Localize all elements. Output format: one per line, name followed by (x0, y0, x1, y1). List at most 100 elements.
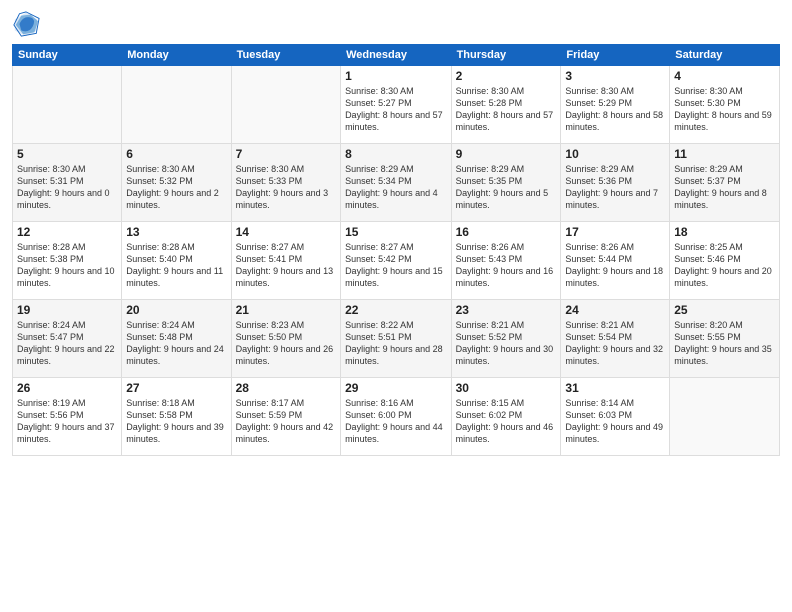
calendar-cell: 10 Sunrise: 8:29 AM Sunset: 5:36 PM Dayli… (561, 144, 670, 222)
calendar-cell: 6 Sunrise: 8:30 AM Sunset: 5:32 PM Daylig… (122, 144, 231, 222)
day-info: Sunrise: 8:28 AM Sunset: 5:40 PM Dayligh… (126, 241, 226, 290)
day-number: 11 (674, 147, 775, 161)
calendar-week-row: 5 Sunrise: 8:30 AM Sunset: 5:31 PM Daylig… (13, 144, 780, 222)
day-number: 15 (345, 225, 447, 239)
day-number: 24 (565, 303, 665, 317)
day-info: Sunrise: 8:29 AM Sunset: 5:36 PM Dayligh… (565, 163, 665, 212)
day-info: Sunrise: 8:30 AM Sunset: 5:27 PM Dayligh… (345, 85, 447, 134)
calendar-cell: 21 Sunrise: 8:23 AM Sunset: 5:50 PM Dayli… (231, 300, 340, 378)
day-info: Sunrise: 8:30 AM Sunset: 5:29 PM Dayligh… (565, 85, 665, 134)
day-number: 29 (345, 381, 447, 395)
day-info: Sunrise: 8:19 AM Sunset: 5:56 PM Dayligh… (17, 397, 117, 446)
day-number: 26 (17, 381, 117, 395)
day-number: 19 (17, 303, 117, 317)
day-info: Sunrise: 8:17 AM Sunset: 5:59 PM Dayligh… (236, 397, 336, 446)
calendar-cell: 5 Sunrise: 8:30 AM Sunset: 5:31 PM Daylig… (13, 144, 122, 222)
day-info: Sunrise: 8:29 AM Sunset: 5:35 PM Dayligh… (456, 163, 557, 212)
calendar-cell: 30 Sunrise: 8:15 AM Sunset: 6:02 PM Dayli… (451, 378, 561, 456)
weekday-header-saturday: Saturday (670, 45, 780, 66)
calendar-cell: 18 Sunrise: 8:25 AM Sunset: 5:46 PM Dayli… (670, 222, 780, 300)
day-number: 12 (17, 225, 117, 239)
calendar-cell: 1 Sunrise: 8:30 AM Sunset: 5:27 PM Daylig… (341, 66, 452, 144)
calendar-cell: 15Sunrise: 8:27 AM Sunset: 5:42 PM Dayli… (341, 222, 452, 300)
day-number: 10 (565, 147, 665, 161)
day-info: Sunrise: 8:30 AM Sunset: 5:28 PM Dayligh… (456, 85, 557, 134)
day-number: 17 (565, 225, 665, 239)
day-number: 31 (565, 381, 665, 395)
calendar-cell: 20 Sunrise: 8:24 AM Sunset: 5:48 PM Dayli… (122, 300, 231, 378)
day-info: Sunrise: 8:26 AM Sunset: 5:44 PM Dayligh… (565, 241, 665, 290)
day-number: 23 (456, 303, 557, 317)
day-number: 28 (236, 381, 336, 395)
day-info: Sunrise: 8:29 AM Sunset: 5:34 PM Dayligh… (345, 163, 447, 212)
calendar-table: SundayMondayTuesdayWednesdayThursdayFrid… (12, 44, 780, 456)
day-number: 14 (236, 225, 336, 239)
day-info: Sunrise: 8:26 AM Sunset: 5:43 PM Dayligh… (456, 241, 557, 290)
day-info: Sunrise: 8:29 AM Sunset: 5:37 PM Dayligh… (674, 163, 775, 212)
calendar-cell: 19Sunrise: 8:24 AM Sunset: 5:47 PM Dayli… (13, 300, 122, 378)
calendar-week-row: 19Sunrise: 8:24 AM Sunset: 5:47 PM Dayli… (13, 300, 780, 378)
day-number: 7 (236, 147, 336, 161)
weekday-header-tuesday: Tuesday (231, 45, 340, 66)
day-number: 3 (565, 69, 665, 83)
page-container: SundayMondayTuesdayWednesdayThursdayFrid… (0, 0, 792, 612)
day-info: Sunrise: 8:14 AM Sunset: 6:03 PM Dayligh… (565, 397, 665, 446)
calendar-week-row: 1 Sunrise: 8:30 AM Sunset: 5:27 PM Daylig… (13, 66, 780, 144)
day-number: 8 (345, 147, 447, 161)
logo (12, 10, 44, 38)
calendar-cell: 12 Sunrise: 8:28 AM Sunset: 5:38 PM Dayli… (13, 222, 122, 300)
weekday-header-wednesday: Wednesday (341, 45, 452, 66)
calendar-week-row: 12 Sunrise: 8:28 AM Sunset: 5:38 PM Dayli… (13, 222, 780, 300)
weekday-header-row: SundayMondayTuesdayWednesdayThursdayFrid… (13, 45, 780, 66)
day-info: Sunrise: 8:30 AM Sunset: 5:30 PM Dayligh… (674, 85, 775, 134)
day-number: 5 (17, 147, 117, 161)
day-number: 18 (674, 225, 775, 239)
logo-icon (12, 10, 40, 38)
calendar-cell: 11 Sunrise: 8:29 AM Sunset: 5:37 PM Dayli… (670, 144, 780, 222)
calendar-cell: 14 Sunrise: 8:27 AM Sunset: 5:41 PM Dayli… (231, 222, 340, 300)
day-info: Sunrise: 8:28 AM Sunset: 5:38 PM Dayligh… (17, 241, 117, 290)
day-number: 1 (345, 69, 447, 83)
day-info: Sunrise: 8:25 AM Sunset: 5:46 PM Dayligh… (674, 241, 775, 290)
day-number: 2 (456, 69, 557, 83)
calendar-cell: 26 Sunrise: 8:19 AM Sunset: 5:56 PM Dayli… (13, 378, 122, 456)
calendar-cell (122, 66, 231, 144)
calendar-cell: 13 Sunrise: 8:28 AM Sunset: 5:40 PM Dayli… (122, 222, 231, 300)
calendar-cell: 4 Sunrise: 8:30 AM Sunset: 5:30 PM Daylig… (670, 66, 780, 144)
calendar-cell (231, 66, 340, 144)
day-number: 20 (126, 303, 226, 317)
day-info: Sunrise: 8:22 AM Sunset: 5:51 PM Dayligh… (345, 319, 447, 368)
day-number: 21 (236, 303, 336, 317)
calendar-cell: 28 Sunrise: 8:17 AM Sunset: 5:59 PM Dayli… (231, 378, 340, 456)
day-number: 6 (126, 147, 226, 161)
calendar-cell: 22Sunrise: 8:22 AM Sunset: 5:51 PM Dayli… (341, 300, 452, 378)
calendar-cell: 31 Sunrise: 8:14 AM Sunset: 6:03 PM Dayli… (561, 378, 670, 456)
day-number: 30 (456, 381, 557, 395)
day-info: Sunrise: 8:15 AM Sunset: 6:02 PM Dayligh… (456, 397, 557, 446)
weekday-header-sunday: Sunday (13, 45, 122, 66)
day-info: Sunrise: 8:21 AM Sunset: 5:54 PM Dayligh… (565, 319, 665, 368)
calendar-cell: 29 Sunrise: 8:16 AM Sunset: 6:00 PM Dayli… (341, 378, 452, 456)
page-header (12, 10, 780, 38)
calendar-cell: 9 Sunrise: 8:29 AM Sunset: 5:35 PM Daylig… (451, 144, 561, 222)
day-info: Sunrise: 8:30 AM Sunset: 5:32 PM Dayligh… (126, 163, 226, 212)
calendar-cell: 16Sunrise: 8:26 AM Sunset: 5:43 PM Dayli… (451, 222, 561, 300)
day-info: Sunrise: 8:30 AM Sunset: 5:33 PM Dayligh… (236, 163, 336, 212)
calendar-week-row: 26 Sunrise: 8:19 AM Sunset: 5:56 PM Dayli… (13, 378, 780, 456)
calendar-cell: 27Sunrise: 8:18 AM Sunset: 5:58 PM Dayli… (122, 378, 231, 456)
day-info: Sunrise: 8:27 AM Sunset: 5:41 PM Dayligh… (236, 241, 336, 290)
day-info: Sunrise: 8:24 AM Sunset: 5:48 PM Dayligh… (126, 319, 226, 368)
day-info: Sunrise: 8:23 AM Sunset: 5:50 PM Dayligh… (236, 319, 336, 368)
day-number: 4 (674, 69, 775, 83)
day-info: Sunrise: 8:30 AM Sunset: 5:31 PM Dayligh… (17, 163, 117, 212)
calendar-cell: 25Sunrise: 8:20 AM Sunset: 5:55 PM Dayli… (670, 300, 780, 378)
calendar-cell: 2 Sunrise: 8:30 AM Sunset: 5:28 PM Daylig… (451, 66, 561, 144)
day-number: 27 (126, 381, 226, 395)
weekday-header-friday: Friday (561, 45, 670, 66)
day-number: 13 (126, 225, 226, 239)
calendar-cell: 17 Sunrise: 8:26 AM Sunset: 5:44 PM Dayli… (561, 222, 670, 300)
day-info: Sunrise: 8:16 AM Sunset: 6:00 PM Dayligh… (345, 397, 447, 446)
day-number: 9 (456, 147, 557, 161)
day-info: Sunrise: 8:20 AM Sunset: 5:55 PM Dayligh… (674, 319, 775, 368)
day-info: Sunrise: 8:21 AM Sunset: 5:52 PM Dayligh… (456, 319, 557, 368)
